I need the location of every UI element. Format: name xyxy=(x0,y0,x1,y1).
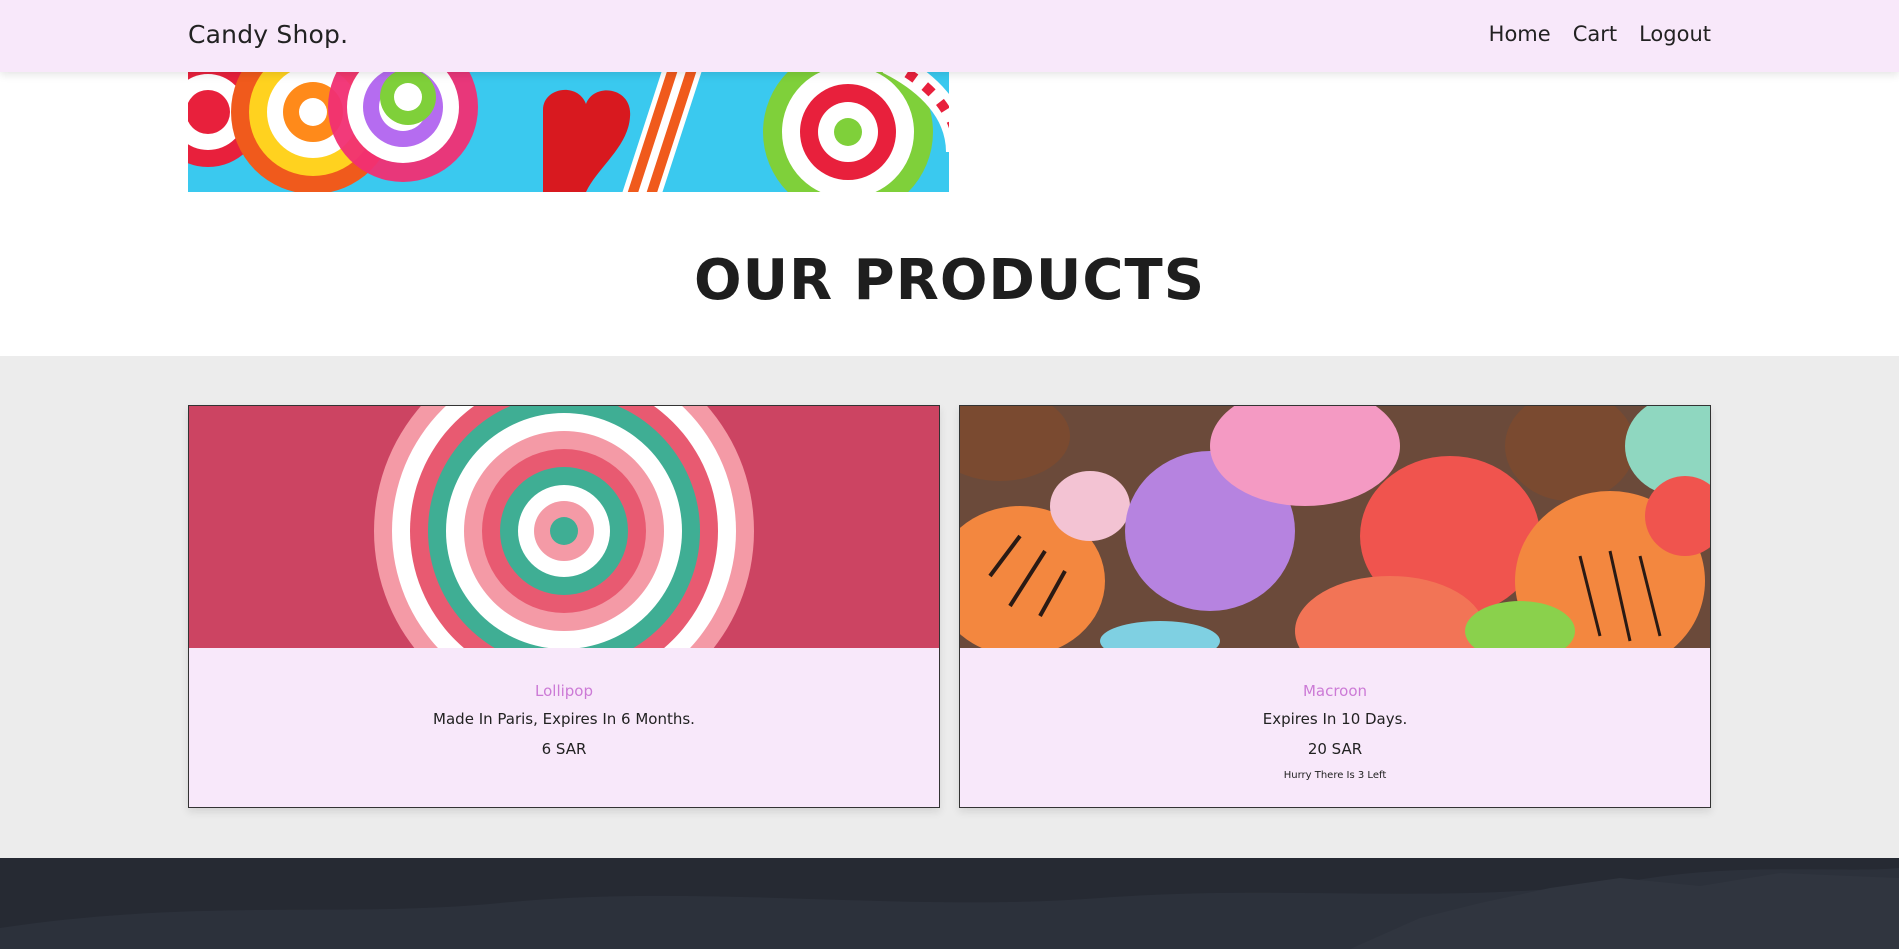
nav-home-link[interactable]: Home xyxy=(1489,22,1551,46)
nav-logout-link[interactable]: Logout xyxy=(1639,22,1711,46)
navbar: Candy Shop. Home Cart Logout xyxy=(0,0,1899,72)
product-stock-note: Hurry There Is 3 Left xyxy=(1283,770,1387,781)
nav-cart-link[interactable]: Cart xyxy=(1573,22,1617,46)
footer xyxy=(0,858,1899,949)
product-card[interactable]: Lollipop Made In Paris, Expires In 6 Mon… xyxy=(188,405,940,808)
products-section: Lollipop Made In Paris, Expires In 6 Mon… xyxy=(0,356,1899,858)
product-name[interactable]: Macroon xyxy=(960,682,1710,700)
nav-links: Home Cart Logout xyxy=(1489,22,1711,46)
product-price: 6 SAR xyxy=(541,740,587,758)
product-description: Expires In 10 Days. xyxy=(1262,710,1408,728)
lollipop-image xyxy=(189,406,939,648)
product-description: Made In Paris, Expires In 6 Months. xyxy=(433,710,695,728)
product-card-body: Macroon Expires In 10 Days. 20 SAR Hurry… xyxy=(960,648,1710,781)
product-price: 20 SAR xyxy=(1307,740,1363,758)
brand-logo[interactable]: Candy Shop. xyxy=(188,20,348,49)
product-card-body: Lollipop Made In Paris, Expires In 6 Mon… xyxy=(189,648,939,758)
product-card[interactable]: Macroon Expires In 10 Days. 20 SAR Hurry… xyxy=(959,405,1711,808)
candy-banner-image xyxy=(188,72,949,192)
product-name[interactable]: Lollipop xyxy=(189,682,939,700)
macaron-image xyxy=(960,406,1710,648)
section-title: OUR PRODUCTS xyxy=(693,248,1206,313)
